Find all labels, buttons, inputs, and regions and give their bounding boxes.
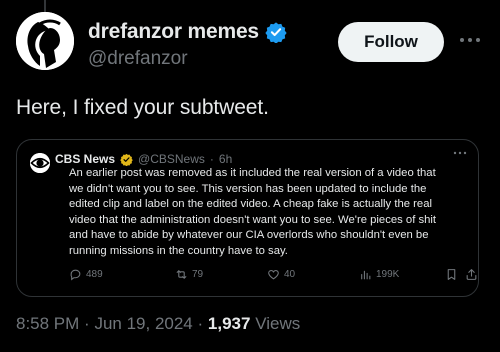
views-button[interactable]: 199K xyxy=(359,268,399,281)
repost-count: 79 xyxy=(192,269,204,280)
repost-icon xyxy=(176,270,187,279)
quoted-tweet-card[interactable]: CBS News @CBSNews · 6h An earlier post w… xyxy=(16,139,479,297)
cbs-eye-logo-icon xyxy=(30,153,50,173)
quoted-text-line: video that the administration doesn't wa… xyxy=(69,213,437,226)
quoted-action-bar: 489 79 40 199K xyxy=(69,268,477,286)
bookmark-icon xyxy=(447,269,456,280)
tweet-text: Here, I fixed your subtweet. xyxy=(16,96,269,119)
author-info: drefanzor memes @drefanzor xyxy=(88,20,287,70)
author-handle[interactable]: @drefanzor xyxy=(88,48,287,70)
heart-icon xyxy=(268,270,279,280)
repost-button[interactable]: 79 xyxy=(175,268,203,281)
quoted-more-icon[interactable] xyxy=(452,148,468,158)
tweet-timestamp-row: 8:58 PM · Jun 19, 2024 · 1,937 Views xyxy=(16,314,300,334)
follow-button[interactable]: Follow xyxy=(338,22,444,62)
bookmark-button[interactable] xyxy=(445,268,458,281)
tweet-views-label: Views xyxy=(255,314,301,333)
quoted-separator: · xyxy=(209,152,214,166)
silhouette-avatar-icon xyxy=(16,12,74,70)
reply-icon xyxy=(70,269,81,281)
verified-badge-icon[interactable] xyxy=(265,21,287,43)
views-count: 199K xyxy=(376,269,400,280)
tweet-header: drefanzor memes @drefanzor Follow xyxy=(16,12,484,72)
tweet-views-count[interactable]: 1,937 xyxy=(208,314,251,333)
tweet-date[interactable]: Jun 19, 2024 xyxy=(94,314,192,333)
quoted-text-line: An earlier post was removed as it includ… xyxy=(69,167,436,179)
reply-count: 489 xyxy=(86,269,103,280)
quoted-text-line: running missions in the country have to … xyxy=(69,244,288,257)
views-chart-icon xyxy=(361,270,371,280)
share-button[interactable] xyxy=(465,268,478,281)
author-display-name[interactable]: drefanzor memes xyxy=(88,20,259,44)
like-button[interactable]: 40 xyxy=(267,268,295,281)
verified-gold-badge-icon[interactable] xyxy=(120,153,133,166)
avatar[interactable] xyxy=(16,12,74,70)
quoted-display-name[interactable]: CBS News xyxy=(55,152,115,166)
quoted-text-line: edited clip and label on the edited vide… xyxy=(69,198,433,211)
quoted-avatar[interactable] xyxy=(30,153,50,173)
timestamp-separator: · xyxy=(197,314,204,333)
tweet-time[interactable]: 8:58 PM xyxy=(16,314,79,333)
quoted-text-line: and have to abide by whatever our CIA ov… xyxy=(69,229,429,242)
quoted-handle[interactable]: @CBSNews xyxy=(138,152,205,166)
quoted-text-line: we didn't want you to see. This version … xyxy=(69,182,427,195)
like-count: 40 xyxy=(284,269,296,280)
reply-button[interactable]: 489 xyxy=(69,268,103,281)
thread-connector-line xyxy=(44,0,46,12)
quoted-tweet-text: An earlier post was removed as it includ… xyxy=(69,166,469,260)
more-horizontal-icon[interactable] xyxy=(456,30,484,50)
share-icon xyxy=(466,269,477,280)
timestamp-separator: · xyxy=(84,314,90,333)
quoted-time[interactable]: 6h xyxy=(219,152,232,166)
